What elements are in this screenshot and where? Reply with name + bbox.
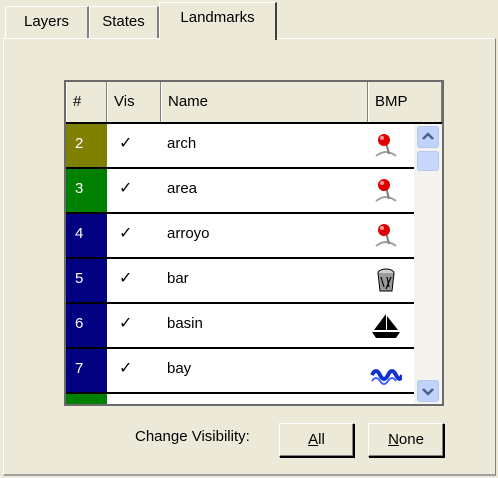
wave-icon	[370, 357, 404, 385]
pushpin-icon	[370, 132, 402, 160]
row-number-cell: 2	[66, 124, 107, 167]
none-button-accel: N	[388, 431, 399, 448]
vertical-scrollbar[interactable]	[414, 124, 442, 404]
row-number-cell: 5	[66, 259, 107, 302]
scroll-up-button[interactable]	[417, 126, 439, 148]
visibility-checkmark[interactable]: ✓	[119, 304, 132, 347]
column-header-number[interactable]: #	[66, 82, 107, 122]
none-button-rest: one	[398, 431, 424, 448]
landmark-name: bay	[167, 360, 192, 377]
landmark-name: area	[167, 180, 198, 197]
visibility-checkmark[interactable]: ✓	[119, 349, 132, 392]
table-row[interactable]: 5 ✓ bar	[66, 259, 414, 304]
column-header-name[interactable]: Name	[161, 82, 368, 122]
pushpin-icon	[370, 177, 402, 205]
column-header-bmp[interactable]: BMP	[368, 82, 442, 122]
tab-layers[interactable]: Layers	[5, 6, 89, 38]
pushpin-icon	[370, 222, 402, 250]
row-number-cell: 4	[66, 214, 107, 257]
visibility-checkmark[interactable]: ✓	[119, 214, 132, 257]
tab-strip: Layers States Landmarks	[0, 0, 498, 40]
all-button-accel: A	[308, 431, 319, 448]
landmark-name: arroyo	[167, 225, 210, 242]
landmark-name: bar	[167, 270, 189, 287]
table-row[interactable]: 3 ✓ area	[66, 169, 414, 214]
tab-landmarks[interactable]: Landmarks	[159, 2, 277, 40]
pushpin-icon	[370, 402, 402, 404]
visibility-checkmark[interactable]: ✓	[119, 259, 132, 302]
all-button[interactable]: All	[279, 423, 354, 457]
table-row[interactable]: 6 ✓ basin	[66, 304, 414, 349]
row-number-cell: 7	[66, 349, 107, 392]
tab-states[interactable]: States	[89, 6, 159, 38]
landmarks-list[interactable]: # Vis Name BMP 2 ✓ arch 3 ✓ area 4 ✓ arroyo 5 ✓ bar…	[64, 80, 444, 406]
table-row[interactable]: 7 ✓ bay	[66, 349, 414, 394]
visibility-checkmark[interactable]: ✓	[119, 124, 132, 167]
bar-glass-icon	[370, 267, 402, 295]
list-rows: 2 ✓ arch 3 ✓ area 4 ✓ arroyo 5 ✓ bar 6 ✓ basin 7 ✓ bay	[66, 124, 414, 404]
table-row[interactable]: 2 ✓ arch	[66, 124, 414, 169]
list-header: # Vis Name BMP	[66, 82, 442, 124]
chevron-down-icon	[422, 388, 434, 396]
row-number-cell: 6	[66, 304, 107, 347]
sailboat-icon	[370, 312, 402, 340]
table-row[interactable]: 4 ✓ arroyo	[66, 214, 414, 259]
row-number-cell	[66, 394, 107, 404]
visibility-checkmark[interactable]: ✓	[119, 169, 132, 212]
chevron-up-icon	[422, 132, 434, 140]
none-button[interactable]: None	[368, 423, 444, 457]
landmark-name: arch	[167, 135, 197, 152]
table-row[interactable]	[66, 394, 414, 404]
change-visibility-label: Change Visibility:	[135, 428, 250, 445]
all-button-rest: ll	[318, 431, 325, 448]
column-header-vis[interactable]: Vis	[107, 82, 161, 122]
row-number-cell: 3	[66, 169, 107, 212]
landmark-name: basin	[167, 315, 203, 332]
scroll-thumb[interactable]	[417, 151, 439, 171]
scroll-down-button[interactable]	[417, 380, 439, 402]
